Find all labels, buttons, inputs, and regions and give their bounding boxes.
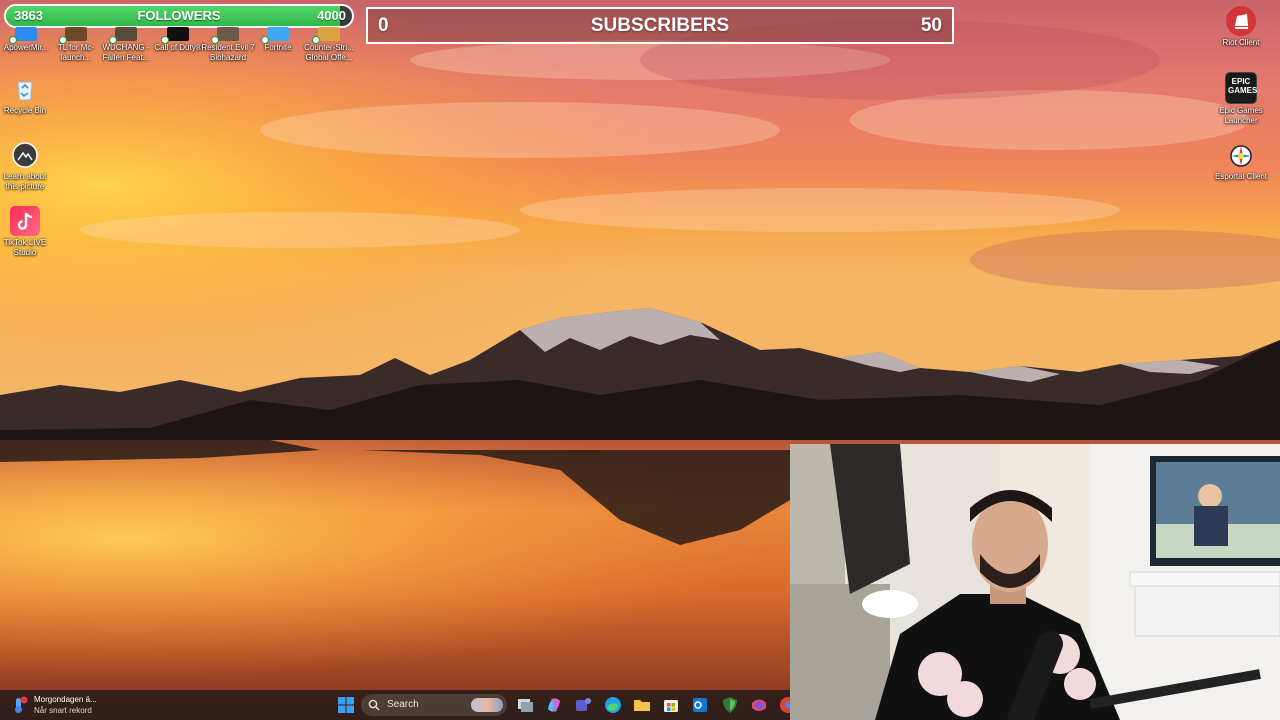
desktop-icon-label: TikTok LIVE Studio [3, 238, 47, 257]
desktop-icon-label: ApowerMir... [3, 43, 49, 52]
microsoft-store-icon[interactable] [661, 695, 681, 715]
desktop-icon-label: Counter-Stri... Global Offe... [304, 43, 354, 62]
desktop-icon-label: Riot Client [1222, 38, 1260, 47]
outlook-icon[interactable] [690, 695, 710, 715]
recycle-bin-icon [10, 74, 40, 104]
file-explorer-icon[interactable] [632, 695, 652, 715]
search-highlight-image [471, 698, 503, 712]
desktop-icon-label: WUCHANG - Fallen Feat... [102, 43, 150, 62]
desktop-icon-call-of-duty[interactable]: Call of Duty® [150, 27, 206, 53]
defender-icon[interactable] [720, 695, 740, 715]
riot-client-icon [1226, 6, 1256, 36]
desktop-icon-counter-strike[interactable]: Counter-Stri... Global Offe... [301, 27, 357, 63]
desktop-icon-wuchang[interactable]: WUCHANG - Fallen Feat... [98, 27, 154, 63]
thermometer-icon [15, 696, 28, 713]
desktop-icon-recycle-bin[interactable]: Recycle Bin [0, 74, 53, 116]
weather-title: Morgondagen ä... [34, 695, 97, 704]
followers-goal-count: 4000 [317, 8, 346, 23]
chrome-icon[interactable] [778, 695, 790, 715]
copilot-icon[interactable] [544, 695, 564, 715]
desktop-icon-label: Esportal Client [1214, 172, 1268, 181]
epic-games-icon: EPIC GAMES [1225, 72, 1257, 104]
subscribers-goal-count: 50 [920, 15, 942, 36]
desktop-icon-tiktok-live-studio[interactable]: TikTok LIVE Studio [0, 206, 53, 258]
counter-strike-icon [312, 27, 340, 44]
search-icon [368, 699, 380, 711]
subscribers-goal-bar: 0 SUBSCRIBERS 50 [366, 7, 954, 44]
desktop-icon-riot-client[interactable]: Riot Client [1213, 6, 1269, 48]
learn-picture-icon [10, 140, 40, 170]
desktop-icon-tlauncher[interactable]: TL for Mc-launch... [48, 27, 104, 63]
edge-icon[interactable] [603, 695, 623, 715]
tiktok-icon [10, 206, 40, 236]
m365-icon[interactable] [749, 695, 769, 715]
desktop-icon-learn-picture[interactable]: Learn about this picture [0, 140, 53, 192]
subscribers-label: SUBSCRIBERS [590, 15, 730, 36]
desktop-icon-label: Learn about this picture [3, 172, 47, 191]
desktop-icon-label: Resident Evil 7 Biohazard [201, 43, 255, 62]
task-view-icon[interactable] [515, 695, 535, 715]
call-of-duty-icon [161, 27, 189, 44]
desktop-icon-label: Epic Games Launcher [1219, 106, 1263, 125]
epic-games-badge: EPIC GAMES [1228, 77, 1258, 95]
windows-start-icon[interactable] [336, 695, 356, 715]
taskbar-search-box[interactable]: Search [361, 694, 507, 716]
esportal-icon [1226, 140, 1256, 170]
tlauncher-icon [59, 27, 87, 44]
desktop-icon-label: TL for Mc-launch... [57, 43, 95, 62]
followers-goal-bar: 3863 FOLLOWERS 4000 [4, 4, 354, 28]
weather-subtitle: Når snart rekord [34, 706, 92, 715]
taskbar: Morgondagen ä... Når snart rekord Search [0, 690, 790, 720]
desktop-icon-resident-evil[interactable]: Resident Evil 7 Biohazard [200, 27, 256, 63]
desktop-icon-label: Recycle Bin [3, 106, 47, 115]
desktop-icon-esportal[interactable]: Esportal Client [1213, 140, 1269, 182]
desktop-icon-label: Call of Duty® [154, 43, 202, 52]
wuchang-icon [109, 27, 137, 44]
followers-label: FOLLOWERS [137, 8, 221, 23]
desktop-icon-label: Fortnite [264, 43, 292, 52]
teams-icon[interactable] [573, 695, 593, 715]
desktop-icon-fortnite[interactable]: Fortnite [250, 27, 306, 53]
desktop-icon-epic-games[interactable]: EPIC GAMES Epic Games Launcher [1213, 72, 1269, 126]
resident-evil-icon [211, 27, 239, 44]
apowermirror-icon [9, 27, 37, 44]
search-placeholder: Search [387, 699, 419, 710]
fortnite-icon [261, 27, 289, 44]
webcam-feed [790, 444, 1280, 720]
desktop-icon-apowermirror[interactable]: ApowerMir... [0, 27, 54, 53]
